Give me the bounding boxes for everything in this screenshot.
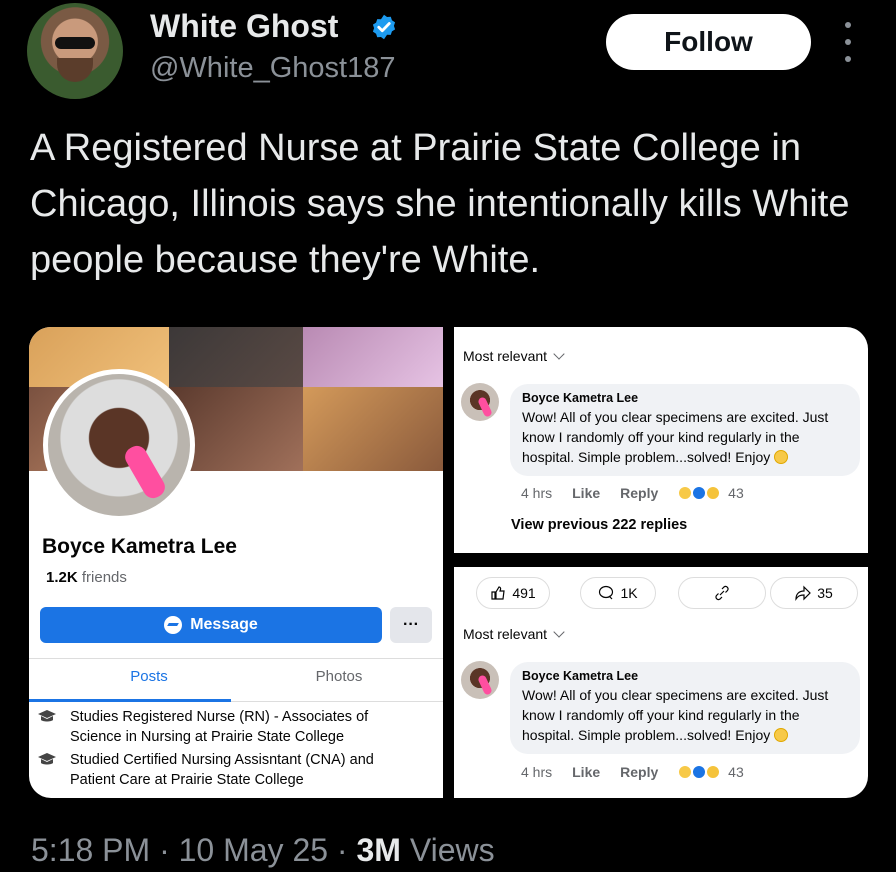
tweet-time[interactable]: 5:18 PM <box>31 832 150 868</box>
messenger-icon <box>164 616 183 634</box>
thumbs-up-icon <box>491 586 505 600</box>
chevron-down-icon <box>553 626 565 638</box>
panel-gap <box>454 553 868 567</box>
comment-actions: 4 hrs Like Reply 43 <box>521 485 744 501</box>
comment-bubble: Boyce Kametra Lee Wow! All of you clear … <box>510 662 860 754</box>
author-avatar[interactable] <box>27 3 123 99</box>
fb-comment-screenshot-top[interactable]: Most relevant Boyce Kametra Lee Wow! All… <box>454 327 868 553</box>
more-options-icon[interactable] <box>836 22 860 62</box>
shares-stat: 35 <box>770 577 858 609</box>
link-icon <box>715 585 729 601</box>
reaction-icons: 43 <box>678 485 744 501</box>
tweet-date[interactable]: 10 May 25 <box>179 832 328 868</box>
fb-friends-count: 1.2K friends <box>46 569 127 586</box>
fb-profile-picture <box>43 369 195 521</box>
tweet-text: A Registered Nurse at Prairie State Coll… <box>30 127 850 281</box>
profile-more-button: ··· <box>390 607 432 643</box>
tweet-header: White Ghost @White_Ghost187 Follow <box>0 0 896 110</box>
graduation-cap-icon <box>38 710 56 722</box>
avatar-sunglasses <box>55 37 95 49</box>
follow-button[interactable]: Follow <box>606 14 811 70</box>
comment-icon <box>599 585 614 600</box>
smile-emoji-icon <box>774 450 789 464</box>
fb-comment-screenshot-bottom[interactable]: 491 1K 35 Most relevant Boyce Kametra Le… <box>454 567 868 798</box>
verified-badge-icon <box>372 14 396 40</box>
commenter-avatar <box>461 661 499 699</box>
graduation-cap-icon <box>38 753 56 765</box>
tab-posts: Posts <box>130 668 168 685</box>
sort-dropdown: Most relevant <box>463 348 565 364</box>
fb-profile-name: Boyce Kametra Lee <box>42 535 237 558</box>
likes-stat: 491 <box>476 577 550 609</box>
views-count: 3M <box>356 832 401 868</box>
comment-actions: 4 hrs Like Reply 43 <box>521 764 744 780</box>
share-icon <box>795 585 812 601</box>
post-stats: 491 1K 35 <box>454 577 868 611</box>
message-button: Message <box>40 607 382 643</box>
author-handle[interactable]: @White_Ghost187 <box>150 52 395 85</box>
commenter-avatar <box>461 383 499 421</box>
sort-dropdown: Most relevant <box>463 626 565 642</box>
link-stat <box>678 577 766 609</box>
views-label: Views <box>409 832 495 868</box>
avatar-beard <box>57 58 93 82</box>
comments-stat: 1K <box>580 577 656 609</box>
smile-emoji-icon <box>774 728 789 742</box>
active-tab-indicator <box>29 699 231 702</box>
fb-profile-screenshot[interactable]: Boyce Kametra Lee 1.2K friends Message ·… <box>29 327 443 798</box>
tab-photos: Photos <box>315 668 363 685</box>
author-name[interactable]: White Ghost <box>150 8 338 45</box>
reaction-icons: 43 <box>678 764 744 780</box>
comment-bubble: Boyce Kametra Lee Wow! All of you clear … <box>510 384 860 476</box>
view-previous-replies: View previous 222 replies <box>511 517 688 533</box>
tweet-meta: 5:18 PM · 10 May 25 · 3M Views <box>31 832 495 868</box>
chevron-down-icon <box>553 348 565 360</box>
